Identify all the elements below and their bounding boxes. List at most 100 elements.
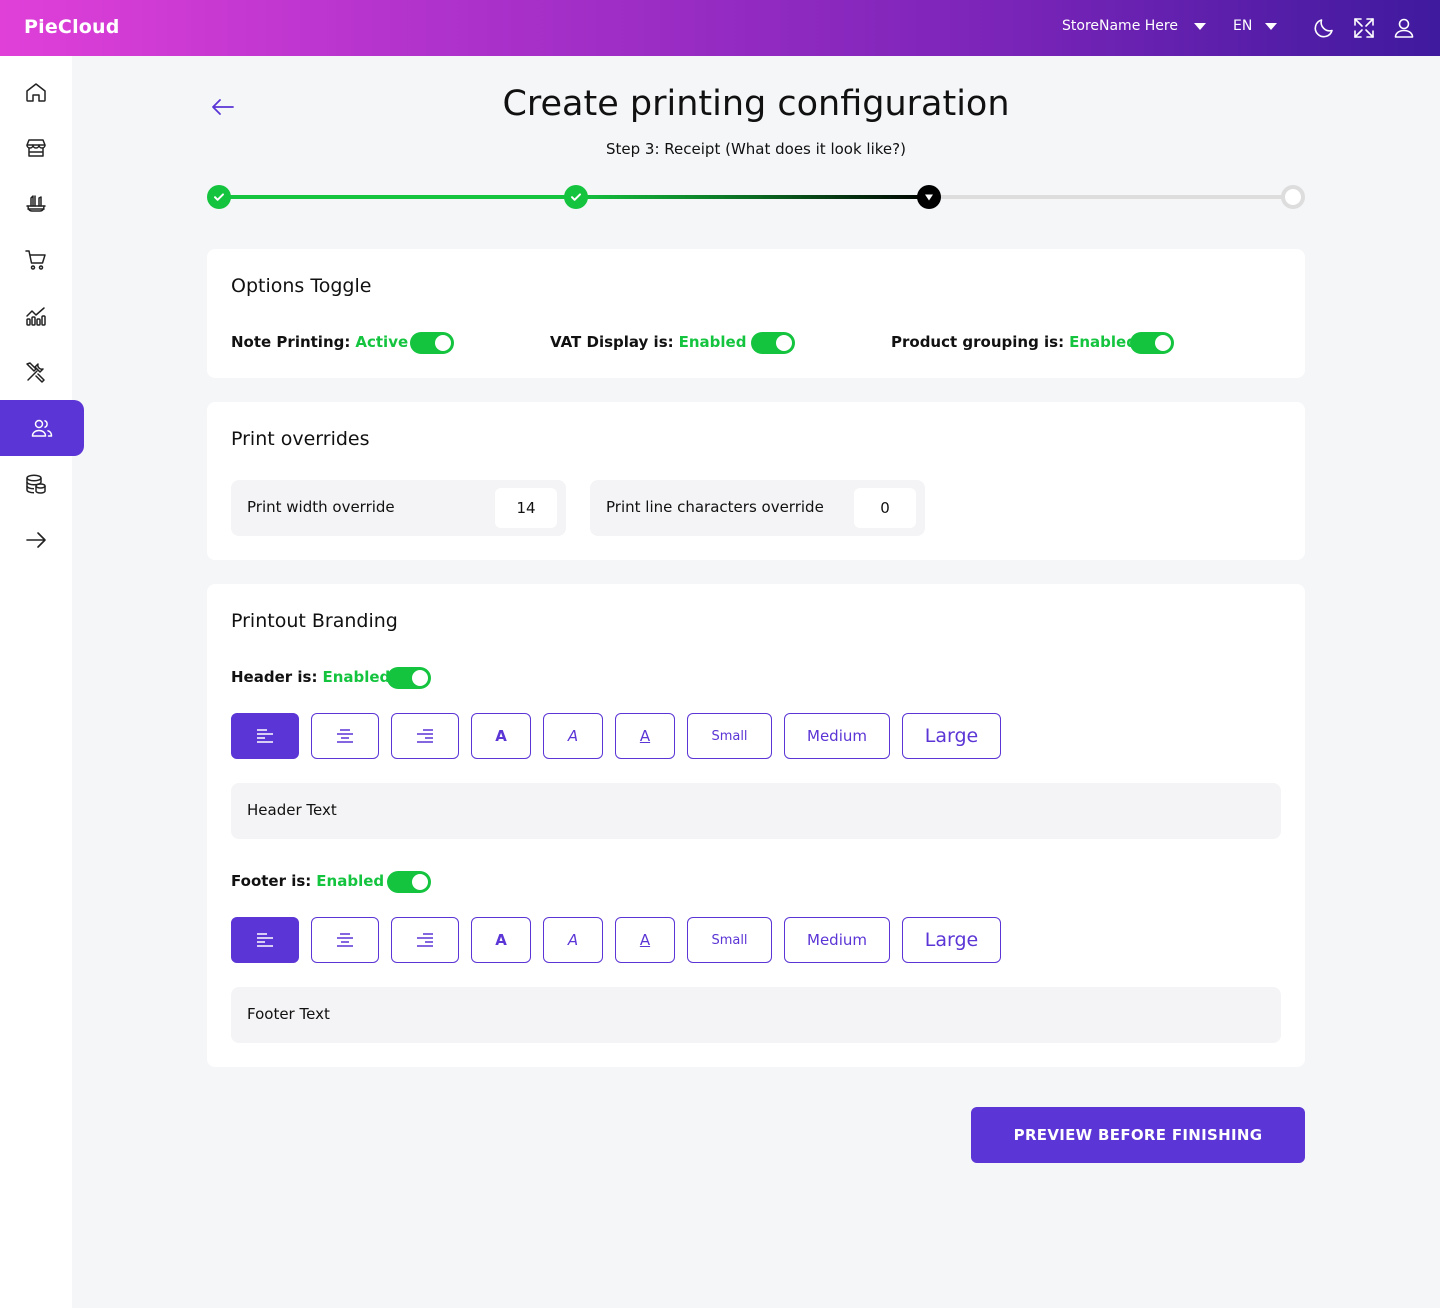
sidebar-item-users[interactable]: [0, 400, 84, 456]
stepper-node-4: [1281, 185, 1305, 209]
vat-display-row: VAT Display is: Enabled: [550, 333, 746, 351]
footer-italic-button[interactable]: A: [543, 917, 603, 963]
print-width-override: Print width override 14: [231, 480, 566, 536]
footer-align-center-button[interactable]: [311, 917, 379, 963]
user-icon[interactable]: [1392, 16, 1416, 40]
header-bold-button[interactable]: A: [471, 713, 531, 759]
print-line-chars-label: Print line characters override: [606, 498, 824, 516]
footer-size-medium-button[interactable]: Medium: [784, 917, 890, 963]
footer-size-large-button[interactable]: Large: [902, 917, 1001, 963]
food-icon: [26, 195, 46, 212]
sidebar-item-home[interactable]: [0, 64, 72, 120]
print-line-chars-input[interactable]: 0: [854, 488, 916, 528]
print-width-label: Print width override: [247, 498, 395, 516]
product-grouping-toggle[interactable]: [1130, 332, 1174, 354]
step-label: Step 3: Receipt (What does it look like?…: [606, 140, 906, 158]
toggle-knob: [776, 335, 792, 351]
print-width-input[interactable]: 14: [495, 488, 557, 528]
footer-underline-button[interactable]: A: [615, 917, 675, 963]
footer-size-small-button[interactable]: Small: [687, 917, 772, 963]
fullscreen-icon[interactable]: [1352, 16, 1376, 40]
align-left-icon: [257, 933, 273, 947]
footer-align-right-button[interactable]: [391, 917, 459, 963]
toggle-knob: [412, 670, 428, 686]
footer-text-input[interactable]: Footer Text: [231, 987, 1281, 1043]
arrow-right-icon: [26, 532, 46, 548]
stepper-node-2: [564, 185, 588, 209]
product-grouping-label: Product grouping is:: [891, 333, 1065, 351]
product-grouping-status: Enabled: [1069, 333, 1137, 351]
toggle-knob: [435, 335, 451, 351]
header-text-input[interactable]: Header Text: [231, 783, 1281, 839]
brand-logo[interactable]: PieCloud: [24, 16, 120, 38]
header-align-left-button[interactable]: [231, 713, 299, 759]
sidebar: [0, 56, 84, 1308]
footer-toggle[interactable]: [387, 871, 431, 893]
tools-icon: [26, 362, 45, 383]
printout-branding-card: Printout Branding Header is: Enabled A A…: [207, 584, 1305, 1067]
options-toggle-title: Options Toggle: [231, 275, 372, 297]
header-size-large-button[interactable]: Large: [902, 713, 1001, 759]
stepper-node-3: [917, 185, 941, 209]
align-right-icon: [417, 933, 433, 947]
footer-bold-button[interactable]: A: [471, 917, 531, 963]
align-left-icon: [257, 729, 273, 743]
options-toggle-card: Options Toggle Note Printing: Active VAT…: [207, 249, 1305, 378]
chevron-down-icon: [1193, 22, 1206, 30]
users-icon: [31, 419, 53, 437]
triangle-down-icon: [925, 194, 933, 201]
print-overrides-card: Print overrides Print width override 14 …: [207, 402, 1305, 560]
header-underline-button[interactable]: A: [615, 713, 675, 759]
header-status: Enabled: [322, 668, 391, 686]
check-icon: [214, 193, 224, 201]
store-name: StoreName Here: [1062, 18, 1178, 34]
sidebar-item-cart[interactable]: [0, 232, 72, 288]
align-right-icon: [417, 729, 433, 743]
cart-icon: [25, 250, 46, 270]
footer-status: Enabled: [316, 872, 385, 890]
header-align-center-button[interactable]: [311, 713, 379, 759]
home-icon: [26, 83, 46, 102]
language-selector[interactable]: EN: [1233, 18, 1278, 34]
note-printing-toggle[interactable]: [410, 332, 454, 354]
database-icon: [26, 474, 46, 494]
preview-before-finishing-button[interactable]: PREVIEW BEFORE FINISHING: [971, 1107, 1305, 1163]
align-center-icon: [337, 933, 353, 947]
header-size-medium-button[interactable]: Medium: [784, 713, 890, 759]
print-line-chars-override: Print line characters override 0: [590, 480, 925, 536]
header-text-value: Header Text: [247, 801, 337, 819]
chevron-down-icon: [1265, 22, 1278, 30]
sidebar-item-tools[interactable]: [0, 344, 72, 400]
header-italic-button[interactable]: A: [543, 713, 603, 759]
sidebar-item-food[interactable]: [0, 176, 72, 232]
sidebar-item-store[interactable]: [0, 120, 72, 176]
vat-display-label: VAT Display is:: [550, 333, 674, 351]
header-size-small-button[interactable]: Small: [687, 713, 772, 759]
header-align-right-button[interactable]: [391, 713, 459, 759]
language-code: EN: [1233, 18, 1253, 34]
sidebar-item-analytics[interactable]: [0, 288, 72, 344]
align-center-icon: [337, 729, 353, 743]
analytics-icon: [26, 307, 46, 326]
vat-display-toggle[interactable]: [751, 332, 795, 354]
printout-branding-title: Printout Branding: [231, 610, 398, 632]
stepper-segment-current: [576, 195, 929, 199]
stepper-segment-pending: [929, 195, 1293, 199]
stepper-segment-complete: [219, 195, 576, 199]
note-printing-label: Note Printing:: [231, 333, 351, 351]
top-bar: PieCloud StoreName Here EN: [0, 0, 1440, 56]
toggle-knob: [412, 874, 428, 890]
footer-align-left-button[interactable]: [231, 917, 299, 963]
moon-icon[interactable]: [1312, 16, 1336, 40]
sidebar-item-logout[interactable]: [0, 512, 72, 568]
note-printing-status: Active: [355, 333, 409, 351]
header-toggle[interactable]: [387, 667, 431, 689]
toggle-knob: [1155, 335, 1171, 351]
stepper-node-1: [207, 185, 231, 209]
sidebar-item-database[interactable]: [0, 456, 72, 512]
vat-display-status: Enabled: [678, 333, 747, 351]
progress-stepper: [207, 185, 1305, 209]
store-selector[interactable]: StoreName Here: [1062, 18, 1206, 34]
note-printing-row: Note Printing: Active: [231, 333, 408, 351]
check-icon: [571, 193, 581, 201]
